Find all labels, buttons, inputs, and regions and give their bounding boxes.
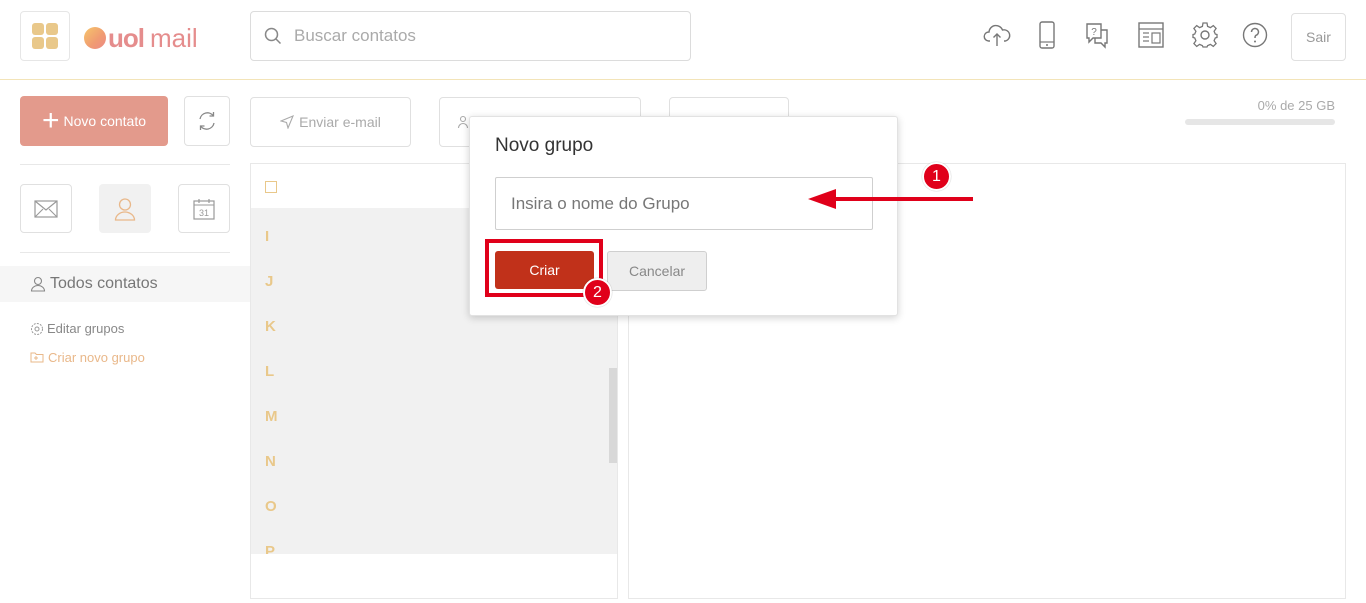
mail-app-button[interactable] xyxy=(20,184,72,233)
cancelar-button[interactable]: Cancelar xyxy=(607,251,707,291)
plus-icon: + xyxy=(41,104,60,137)
letter-index-item[interactable]: L xyxy=(265,363,274,380)
top-header: uol mail ? Sair xyxy=(0,0,1366,80)
apps-menu-button[interactable] xyxy=(20,11,70,61)
gear-icon[interactable] xyxy=(1190,20,1220,50)
envelope-icon xyxy=(34,199,58,218)
criar-novo-grupo-label: Criar novo grupo xyxy=(48,350,145,365)
letter-index-item[interactable]: M xyxy=(265,408,278,425)
letter-index-item[interactable]: P xyxy=(265,543,275,554)
enviar-email-button[interactable]: Enviar e-mail xyxy=(250,97,411,147)
editar-grupos-link[interactable]: Editar grupos xyxy=(30,321,124,336)
annotation-step-2: 2 xyxy=(583,278,612,307)
newsletter-icon[interactable] xyxy=(1136,20,1166,50)
help-icon[interactable] xyxy=(1240,20,1270,50)
logo-uol-text: uol xyxy=(108,22,145,53)
uol-logo-icon xyxy=(84,27,106,49)
apps-grid-icon xyxy=(32,23,58,49)
sidebar-divider xyxy=(20,164,230,165)
send-icon xyxy=(280,115,295,129)
contacts-app-button[interactable] xyxy=(99,184,151,233)
letter-index-item[interactable]: J xyxy=(265,273,273,290)
calendar-app-button[interactable]: 31 xyxy=(178,184,230,233)
todos-contatos-label: Todos contatos xyxy=(50,275,158,292)
letter-index-item[interactable]: N xyxy=(265,453,276,470)
logo-mail-text: mail xyxy=(150,22,198,53)
user-icon xyxy=(114,197,136,221)
dialog-title: Novo grupo xyxy=(495,135,594,156)
editar-grupos-label: Editar grupos xyxy=(47,321,125,336)
sidebar-divider xyxy=(20,252,230,253)
gear-icon xyxy=(31,322,43,335)
novo-contato-button[interactable]: + Novo contato xyxy=(20,96,168,146)
search-box[interactable] xyxy=(250,11,691,61)
novo-contato-label: Novo contato xyxy=(63,113,147,129)
annotation-step-1: 1 xyxy=(922,162,951,191)
user-icon xyxy=(30,276,46,292)
letter-index-item[interactable]: K xyxy=(265,318,276,335)
refresh-button[interactable] xyxy=(184,96,230,146)
mobile-icon[interactable] xyxy=(1032,20,1062,50)
calendar-icon: 31 xyxy=(193,198,215,220)
uol-mail-logo[interactable]: uol mail xyxy=(84,22,198,54)
letter-index-item[interactable]: I xyxy=(265,228,269,245)
annotation-arrow-icon xyxy=(808,189,973,209)
search-input[interactable] xyxy=(294,26,674,46)
svg-text:31: 31 xyxy=(199,208,209,218)
enviar-email-label: Enviar e-mail xyxy=(299,114,381,130)
contact-list-scrollbar[interactable] xyxy=(609,368,617,463)
letter-index-item[interactable]: O xyxy=(265,498,277,515)
add-folder-icon xyxy=(30,352,44,363)
cloud-upload-icon[interactable] xyxy=(982,20,1012,50)
sidebar-item-todos-contatos[interactable]: Todos contatos xyxy=(0,266,250,302)
criar-novo-grupo-link[interactable]: Criar novo grupo xyxy=(30,350,145,365)
storage-quota-bar xyxy=(1185,119,1335,125)
svg-text:?: ? xyxy=(1091,27,1097,38)
select-all-checkbox[interactable] xyxy=(265,181,277,193)
refresh-icon xyxy=(199,112,215,130)
search-icon xyxy=(264,27,282,45)
sair-button[interactable]: Sair xyxy=(1291,13,1346,61)
help-chat-icon[interactable]: ? xyxy=(1082,20,1112,50)
storage-quota-text: 0% de 25 GB xyxy=(1257,98,1335,113)
